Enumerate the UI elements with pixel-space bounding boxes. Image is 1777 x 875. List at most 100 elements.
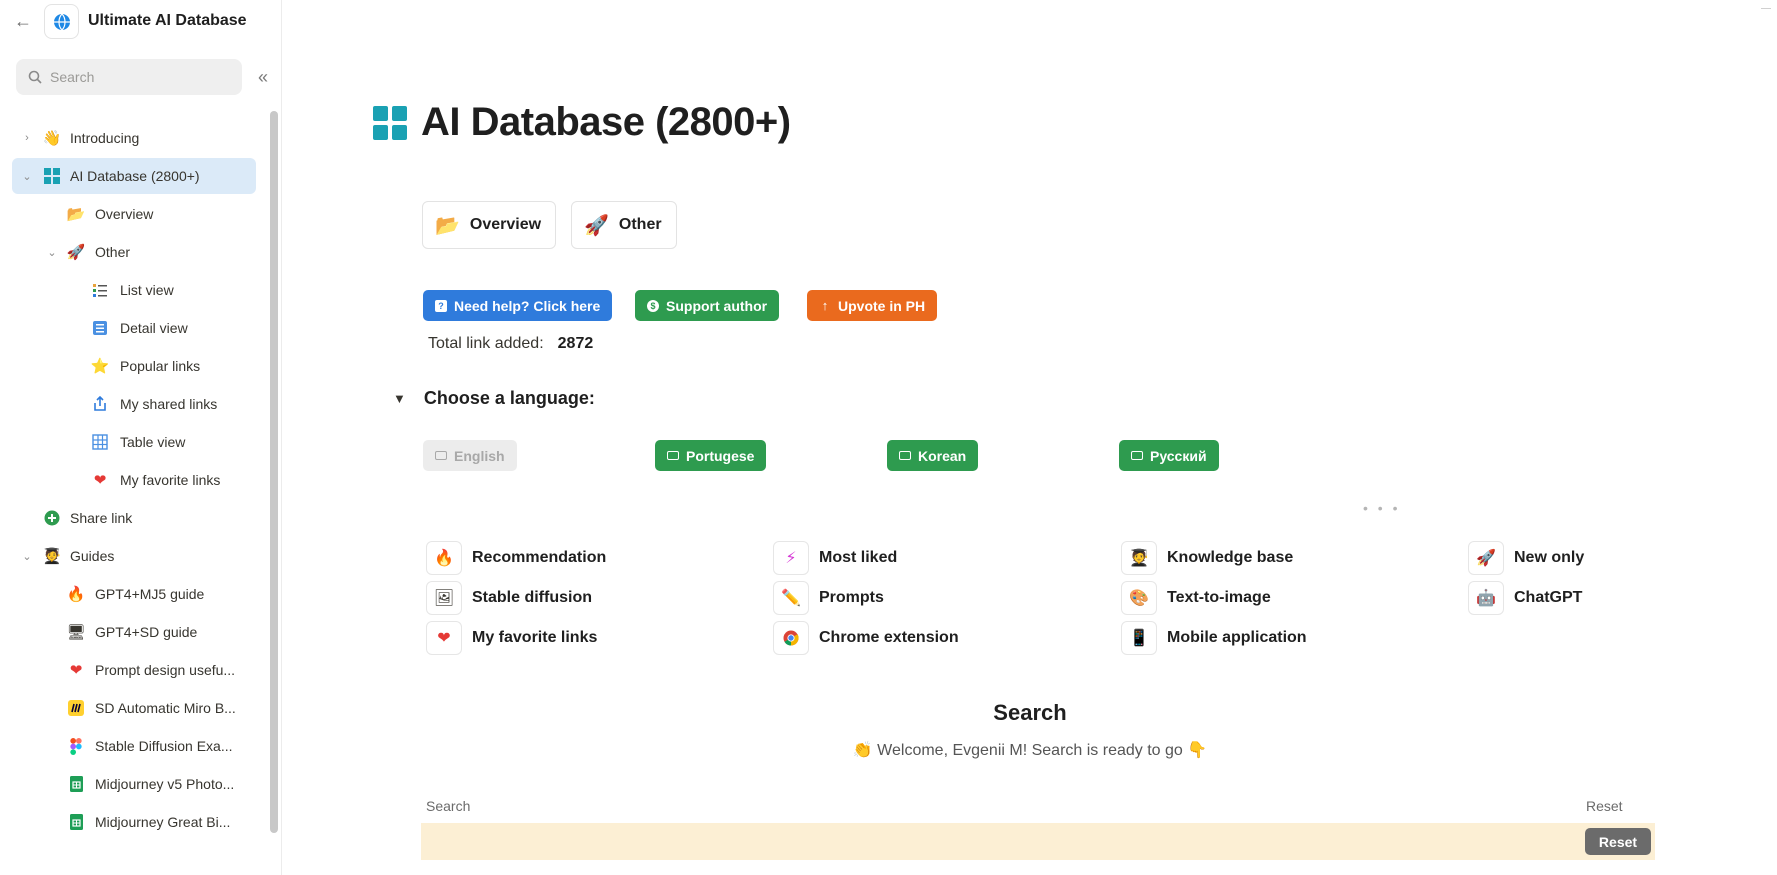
robot-icon: 🤖 [1468,581,1504,615]
welcome-message: 👏 Welcome, Evgenii M! Search is ready to… [852,742,1208,759]
sidebar-item-overview[interactable]: 📂 Overview [12,196,256,232]
chevron-down-icon[interactable]: ⌄ [45,245,59,259]
category-knowledge-base[interactable]: 🧑‍🎓 Knowledge base [1121,541,1293,575]
button-label: English [454,447,505,464]
sidebar-item-midjourney-great-bi[interactable]: Midjourney Great Bi... [12,804,256,840]
sidebar-item-my-favorite-links[interactable]: ❤ My favorite links [12,462,256,498]
rocket-icon: 🚀 [1468,541,1504,575]
sidebar-item-midjourney-v5-photo[interactable]: Midjourney v5 Photo... [12,766,256,802]
upvote-ph-button[interactable]: ↑ Upvote in PH [807,290,938,321]
translate-icon [1131,451,1143,460]
arrow-up-icon: ↑ [821,298,829,313]
sidebar-item-list-view[interactable]: List view [12,272,256,308]
button-label: Support author [666,297,768,314]
sidebar-scrollbar[interactable] [270,111,278,833]
category-label: Prompts [819,589,884,606]
sidebar-item-label: Midjourney Great Bi... [95,814,231,830]
pencil-icon: ✏️ [773,581,809,615]
chevron-down-icon[interactable]: ⌄ [20,169,34,183]
category-chrome-extension[interactable]: Chrome extension [773,621,959,655]
collapse-sidebar-icon[interactable]: « [252,66,274,88]
category-text-to-image[interactable]: 🎨 Text-to-image [1121,581,1271,615]
sidebar-item-label: Overview [95,206,154,222]
sidebar: ← Ultimate AI Database « › 👋 Introducing… [0,0,282,875]
sidebar-item-label: Table view [120,434,186,450]
heart-icon: ❤ [93,472,107,489]
category-my-favorite-links[interactable]: ❤ My favorite links [426,621,597,655]
toggle-triangle-icon[interactable]: ▼ [393,391,406,406]
star-icon: ⭐ [90,358,110,375]
page-title: AI Database (2800+) [421,100,791,144]
category-recommendation[interactable]: 🔥 Recommendation [426,541,606,575]
chevron-down-icon[interactable]: ⌄ [20,549,34,563]
sidebar-item-label: My favorite links [120,472,221,488]
language-korean-button[interactable]: Korean [887,440,979,471]
need-help-button[interactable]: ? Need help? Click here [423,290,613,321]
main-search-input[interactable] [421,823,1581,860]
more-dots-icon[interactable]: • • • [1363,500,1400,516]
sidebar-item-sd-automatic-miro[interactable]: SD Automatic Miro B... [12,690,256,726]
sidebar-item-label: Guides [70,548,115,564]
category-stable-diffusion[interactable]: 🖼 Stable diffusion [426,581,592,615]
category-new-only[interactable]: 🚀 New only [1468,541,1584,575]
category-chatgpt[interactable]: 🤖 ChatGPT [1468,581,1582,615]
sidebar-item-prompt-design[interactable]: ❤ Prompt design usefu... [12,652,256,688]
search-heading: Search [993,700,1067,725]
language-toggle[interactable]: ▼ Choose a language: [393,388,595,409]
sidebar-item-share-link[interactable]: Share link [12,500,256,536]
fire-icon: 🔥 [426,541,462,575]
sidebar-item-label: List view [120,282,174,298]
waving-hand-icon: 👋 [42,130,62,147]
sidebar-item-my-shared-links[interactable]: My shared links [12,386,256,422]
category-most-liked[interactable]: ⚡ Most liked [773,541,897,575]
language-russian-button[interactable]: Русский [1119,440,1219,471]
total-links: Total link added: 2872 [428,335,593,353]
search-icon [28,70,42,84]
button-label: Русский [1150,447,1207,464]
sidebar-item-gpt4-sd-guide[interactable]: 🖥 GPT4+SD guide [12,614,256,650]
sidebar-item-detail-view[interactable]: Detail view [12,310,256,346]
chrome-icon [773,621,809,655]
sidebar-item-table-view[interactable]: Table view [12,424,256,460]
sidebar-search-input[interactable] [50,69,220,85]
category-label: Knowledge base [1167,549,1294,566]
category-label: My favorite links [472,629,598,646]
rocket-icon: 🚀 [66,244,86,261]
sidebar-item-label: Detail view [120,320,188,336]
sidebar-header: ← Ultimate AI Database [0,0,282,44]
sheets-icon [66,812,86,832]
chevron-right-icon[interactable]: › [20,131,34,145]
sidebar-item-ai-database[interactable]: ⌄ AI Database (2800+) [12,158,256,194]
link-card-overview[interactable]: 📂 Overview [422,201,557,249]
grid-icon [373,105,407,140]
sidebar-item-label: SD Automatic Miro B... [95,700,236,716]
reset-button[interactable]: Reset [1585,828,1651,855]
support-author-button[interactable]: $ Support author [635,290,780,321]
list-icon [90,280,110,300]
translate-icon [667,451,679,460]
language-portugese-button[interactable]: Portugese [655,440,767,471]
heart-icon: ❤ [69,662,83,679]
sidebar-search[interactable] [16,59,242,95]
category-label: Text-to-image [1167,589,1271,606]
sidebar-item-label: GPT4+SD guide [95,624,198,640]
sidebar-item-popular-links[interactable]: ⭐ Popular links [12,348,256,384]
category-mobile-application[interactable]: 📱 Mobile application [1121,621,1307,655]
sidebar-item-introducing[interactable]: › 👋 Introducing [12,120,256,156]
category-prompts[interactable]: ✏️ Prompts [773,581,884,615]
sidebar-item-stable-diffusion-examples[interactable]: Stable Diffusion Exa... [12,728,256,764]
share-icon [90,394,110,414]
sidebar-item-guides[interactable]: ⌄ 🧑‍🎓 Guides [12,538,256,574]
sidebar-item-other[interactable]: ⌄ 🚀 Other [12,234,256,270]
sidebar-item-label: Stable Diffusion Exa... [95,738,233,754]
language-english-button[interactable]: English [423,440,517,471]
graduate-icon: 🧑‍🎓 [42,548,62,565]
sidebar-item-gpt4-mj5-guide[interactable]: 🔥 GPT4+MJ5 guide [12,576,256,612]
total-value: 2872 [557,335,594,352]
main-content: AI Database (2800+) 📂 Overview 🚀 Other ?… [283,0,1777,875]
graduate-icon: 🧑‍🎓 [1121,541,1157,575]
back-arrow-icon[interactable]: ← [12,10,34,32]
link-card-other[interactable]: 🚀 Other [571,201,677,249]
figma-icon [66,736,86,756]
palette-icon: 🎨 [1121,581,1157,615]
